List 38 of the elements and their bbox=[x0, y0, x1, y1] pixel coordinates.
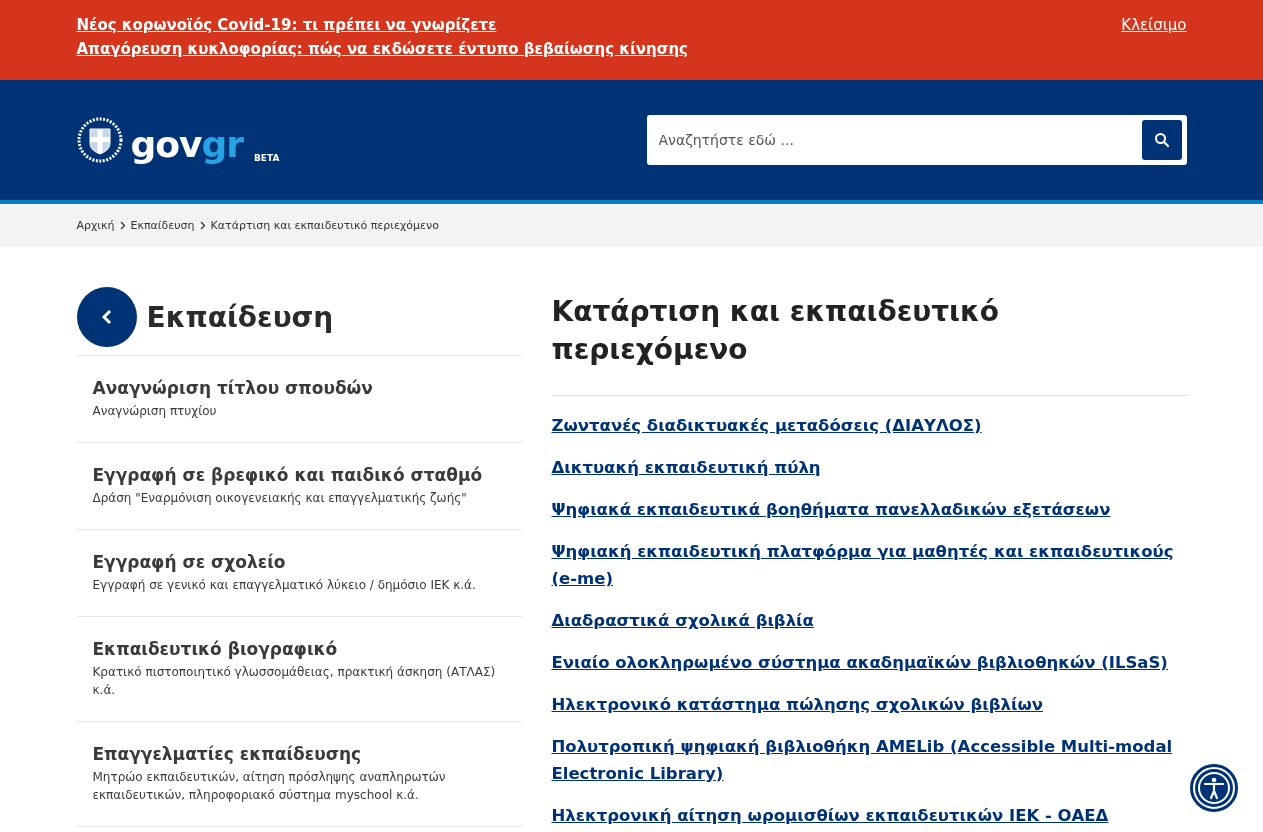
breadcrumb-link[interactable]: Κατάρτιση και εκπαιδευτικό περιεχόμενο bbox=[210, 219, 439, 232]
search-button[interactable] bbox=[1141, 120, 1182, 160]
content-link[interactable]: Ηλεκτρονική αίτηση ωρομισθίων εκπαιδευτικών ΙΕΚ - ΟΑΕΔ bbox=[551, 802, 1187, 829]
content-link[interactable]: Δικτυακή εκπαιδευτική πύλη bbox=[551, 454, 1187, 481]
alert-link[interactable]: Απαγόρευση κυκλοφορίας: πώς να εκδώσετε έντυπο βεβαίωσης κίνησης bbox=[76, 38, 688, 60]
search-box[interactable]: Αναζητήστε εδώ ... bbox=[646, 115, 1187, 165]
chevron-left-icon bbox=[101, 309, 112, 325]
page-title: Κατάρτιση και εκπαιδευτικό περιεχόμενο bbox=[551, 287, 1187, 396]
content-link[interactable]: Ενιαίο ολοκληρωμένο σύστημα ακαδημαϊκών βιβλιοθηκών (ILSaS) bbox=[551, 649, 1187, 676]
chevron-icon bbox=[119, 221, 126, 230]
content-link[interactable]: Πολυτροπική ψηφιακή βιβλιοθήκη AMELib (Accessible Multi-modal Electronic Library) bbox=[551, 733, 1187, 787]
breadcrumb-link[interactable]: Εκπαίδευση bbox=[130, 219, 195, 232]
sidebar-item-title[interactable]: Επαγγελματίες εκπαίδευσης bbox=[92, 744, 506, 764]
content-link[interactable]: Ζωντανές διαδικτυακές μεταδόσεις (ΔΙΑΥΛΟΣ) bbox=[551, 412, 1187, 439]
content-link[interactable]: Ψηφιακή εκπαιδευτική πλατφόρμα για μαθητές και εκπαιδευτικούς (e-me) bbox=[551, 538, 1187, 592]
content-link[interactable]: Ψηφιακά εκπαιδευτικά βοηθήματα πανελλαδικών εξετάσεων bbox=[551, 496, 1187, 523]
beta-label: BETA bbox=[254, 153, 280, 163]
breadcrumb-link[interactable]: Αρχική bbox=[76, 219, 115, 232]
content-link[interactable]: Ηλεκτρονικό κατάστημα πώλησης σχολικών βιβλίων bbox=[551, 691, 1187, 718]
accessibility-button[interactable] bbox=[1190, 764, 1238, 812]
sidebar-item-title[interactable]: Εκπαιδευτικό βιογραφικό bbox=[92, 639, 506, 659]
chevron-icon bbox=[199, 221, 206, 230]
search-icon bbox=[1153, 132, 1170, 148]
sidebar-item-description: Δράση "Εναρμόνιση οικογενειακής και επαγγελματικής ζωής" bbox=[92, 490, 468, 507]
accessibility-icon bbox=[1195, 769, 1233, 807]
sidebar-title: Εκπαίδευση bbox=[146, 300, 334, 334]
sidebar-item-title[interactable]: Εγγραφή σε βρεφικό και παιδικό σταθμό bbox=[92, 465, 506, 485]
sidebar-item-description: Κρατικό πιστοποιητικό γλωσσομάθειας, πρακτική άσκηση (ΑΤΛΑΣ) κ.ά. bbox=[92, 664, 497, 699]
alert-link[interactable]: Νέος κορωνοϊός Covid-19: τι πρέπει να γνωρίζετε bbox=[76, 14, 688, 36]
sidebar-item-description: Μητρώο εκπαιδευτικών, αίτηση πρόσληψης αναπληρωτών εκπαιδευτικών, πληροφοριακό σύστημα myschool κ.ά. bbox=[92, 769, 447, 804]
sidebar-item-title[interactable]: Εγγραφή σε σχολείο bbox=[92, 552, 506, 572]
sidebar-item-title[interactable]: Αναγνώριση τίτλου σπουδών bbox=[92, 378, 506, 398]
close-link[interactable]: Κλείσιμο bbox=[1121, 14, 1187, 36]
sidebar-item-description: Εγγραφή σε γενικό και επαγγελματικό λύκειο / δημόσιο ΙΕΚ κ.ά. bbox=[92, 577, 477, 594]
emblem-icon bbox=[76, 117, 123, 163]
logo-text: govgr bbox=[130, 127, 243, 163]
content-link[interactable]: Διαδραστικά σχολικά βιβλία bbox=[551, 607, 1187, 634]
sidebar-item-description: Αναγνώριση πτυχίου bbox=[92, 403, 218, 420]
